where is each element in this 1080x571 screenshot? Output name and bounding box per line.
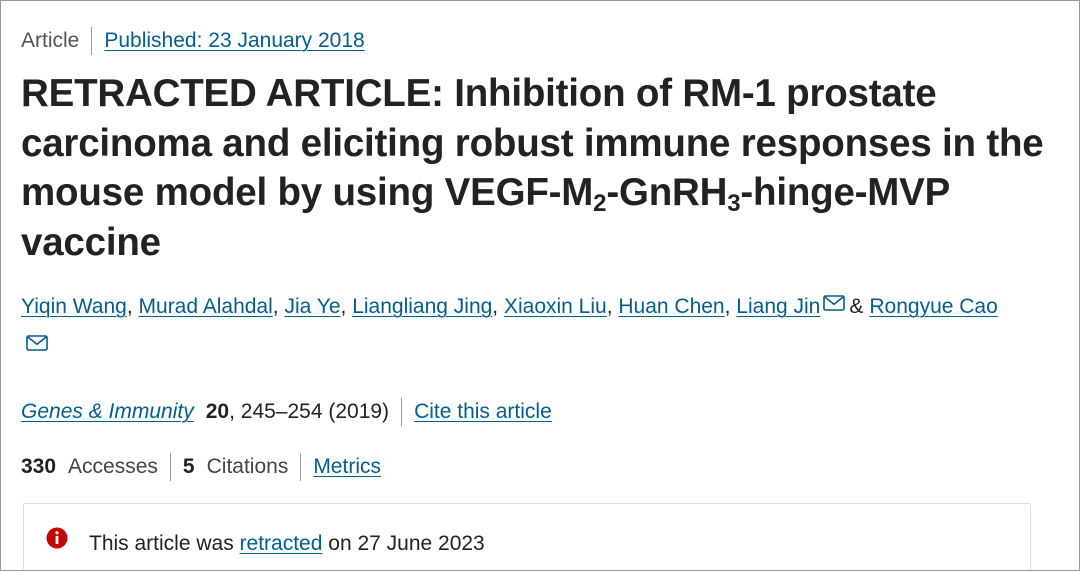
retracted-link[interactable]: retracted (240, 532, 323, 555)
article-meta-row: Article Published: 23 January 2018 (21, 27, 365, 55)
author-link-corresponding[interactable]: Liang Jin (736, 295, 820, 318)
metrics-row: 330 Accesses 5 Citations Metrics (21, 453, 381, 481)
author-link[interactable]: Jia Ye (284, 295, 340, 318)
divider (169, 453, 171, 481)
notice-suffix: on 27 June 2023 (328, 532, 485, 555)
citations-label: Citations (206, 455, 289, 478)
citations-count: 5 (182, 455, 195, 478)
author-list: Yiqin Wang, Murad Alahdal, Jia Ye, Liang… (21, 291, 1061, 323)
author-separator: , (724, 295, 737, 318)
accesses-label: Accesses (68, 455, 158, 478)
email-icon[interactable] (823, 295, 846, 311)
email-icon[interactable] (26, 335, 48, 356)
retraction-notice: This article was retracted on 27 June 20… (23, 503, 1031, 570)
divider (91, 27, 93, 55)
article-title: RETRACTED ARTICLE: Inhibition of RM-1 pr… (21, 69, 1061, 267)
article-page: Article Published: 23 January 2018 RETRA… (0, 0, 1080, 571)
author-separator: , (272, 295, 285, 318)
author-link[interactable]: Liangliang Jing (352, 295, 492, 318)
author-link[interactable]: Xiaoxin Liu (504, 295, 607, 318)
author-separator: , (340, 295, 353, 318)
title-subscript-1: 2 (593, 190, 607, 217)
article-type: Article (21, 29, 80, 52)
title-subscript-2: 3 (727, 190, 741, 217)
cite-article-link[interactable]: Cite this article (414, 398, 552, 426)
author-separator: , (492, 295, 504, 318)
journal-pages-year: , 245–254 (2019) (229, 400, 390, 423)
author-link[interactable]: Murad Alahdal (139, 295, 273, 318)
author-link-corresponding[interactable]: Rongyue Cao (869, 295, 997, 318)
notice-prefix: This article was (89, 532, 234, 555)
retraction-notice-text: This article was retracted on 27 June 20… (89, 530, 485, 558)
author-separator: , (126, 295, 139, 318)
author-separator: , (606, 295, 619, 318)
journal-volume: 20 (205, 400, 230, 423)
journal-name-link[interactable]: Genes & Immunity (21, 398, 194, 426)
author-link[interactable]: Yiqin Wang (21, 295, 127, 318)
published-date-link[interactable]: Published: 23 January 2018 (104, 28, 364, 54)
divider (300, 453, 302, 481)
divider (401, 398, 403, 426)
exclamation-circle-icon (46, 527, 68, 549)
journal-citation-row: Genes & Immunity 20 , 245–254 (2019) Cit… (21, 398, 552, 426)
author-link[interactable]: Huan Chen (618, 295, 724, 318)
author-ampersand: & (849, 295, 864, 318)
title-text-part2: -GnRH (606, 171, 728, 214)
accesses-count: 330 (21, 455, 57, 478)
metrics-link[interactable]: Metrics (313, 453, 381, 481)
